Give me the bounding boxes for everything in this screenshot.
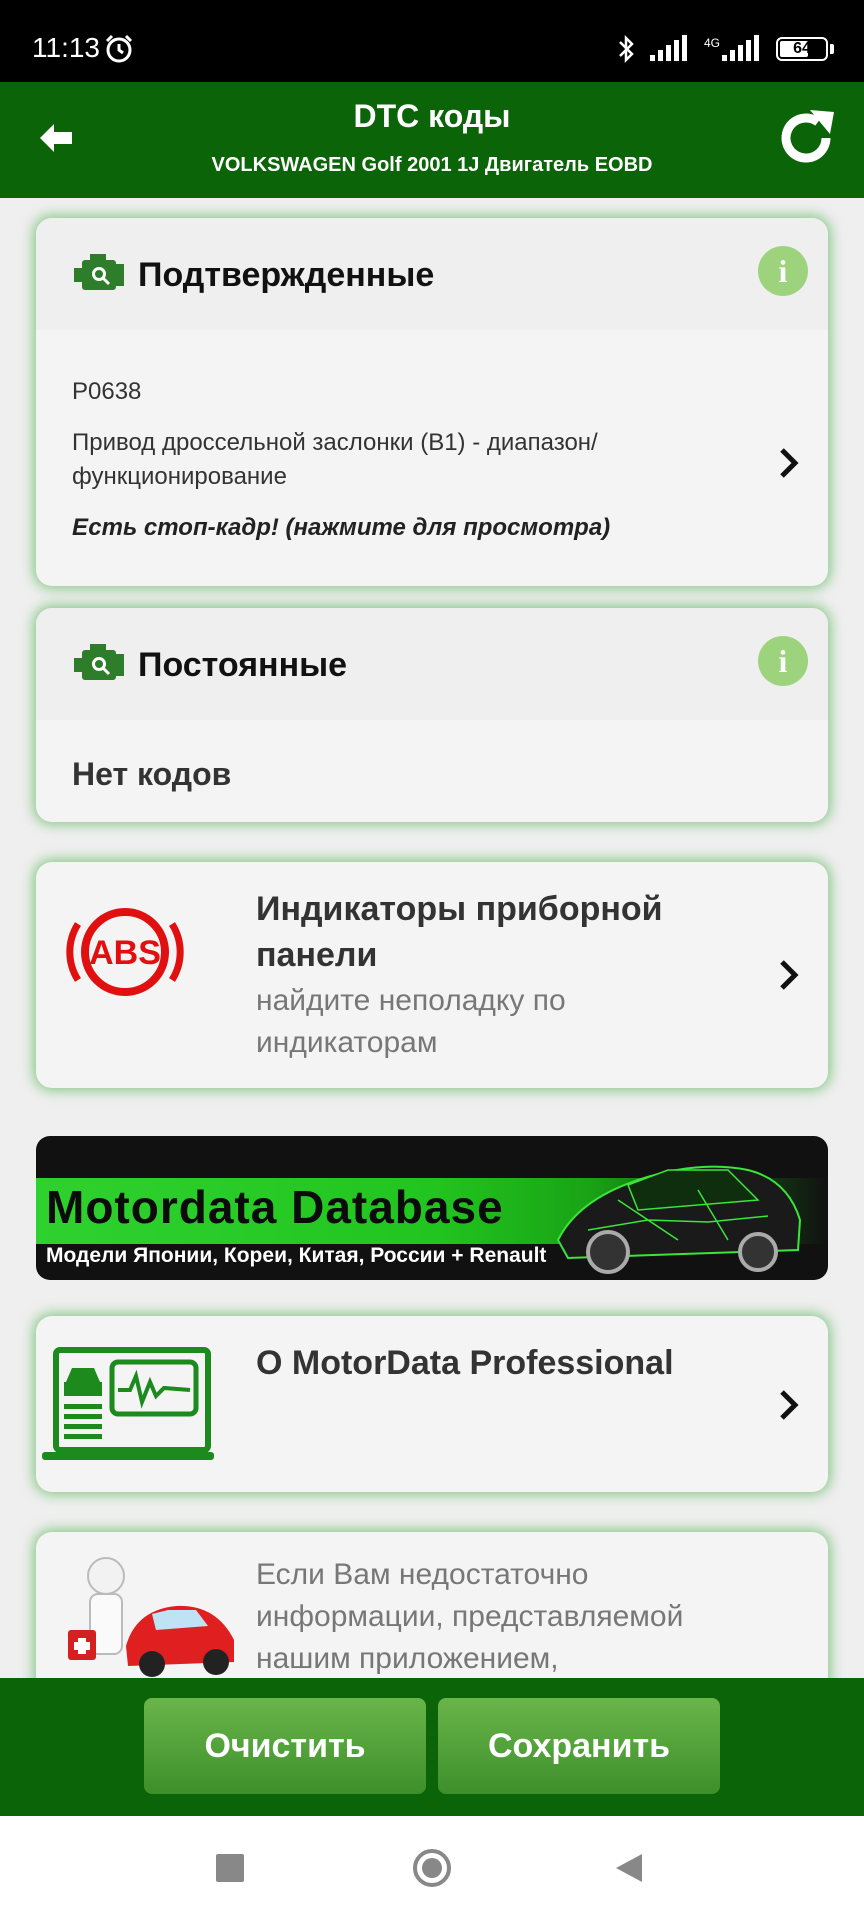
signal-icon-2 (722, 35, 759, 61)
battery-icon: 64 (776, 37, 828, 61)
info-icon[interactable]: i (758, 246, 808, 296)
back-nav-icon[interactable] (614, 1852, 644, 1884)
info-icon[interactable]: i (758, 636, 808, 686)
confirmed-codes-card: Подтвержденные i P0638 Привод дроссельно… (36, 218, 828, 586)
bottom-action-bar: Очистить Сохранить (0, 1678, 864, 1816)
about-card[interactable]: О MotorData Professional (36, 1316, 828, 1492)
chevron-right-icon[interactable] (778, 446, 800, 480)
abs-warning-icon: ABS (66, 908, 184, 996)
network-type: 4G (703, 36, 720, 50)
permanent-title: Постоянные (138, 646, 348, 684)
page-subtitle: VOLKSWAGEN Golf 2001 1J Двигатель EOBD (211, 154, 653, 176)
banner-title: Motordata Database (46, 1181, 504, 1233)
indicators-title: Индикаторы приборной панели (256, 890, 663, 974)
indicators-subtitle: найдите неполадку по индикаторам (256, 984, 566, 1059)
system-nav-bar (0, 1816, 864, 1920)
bluetooth-icon (619, 34, 634, 64)
doctor-car-image (68, 1557, 234, 1677)
dtc-code[interactable]: P0638 (72, 378, 141, 406)
permanent-codes-card: Постоянные i Нет кодов (36, 608, 828, 822)
engine-check-icon (74, 254, 124, 290)
dashboard-indicators-card[interactable]: ABS Индикаторы приборной панели найдите … (36, 862, 828, 1088)
status-bar: 11:13 4G 64 (0, 0, 864, 82)
battery-tip (830, 44, 834, 54)
chevron-right-icon[interactable] (778, 1388, 800, 1422)
engine-check-icon (74, 644, 124, 680)
chevron-right-icon[interactable] (778, 958, 800, 992)
motordata-database-banner[interactable]: Motordata Database Модели Японии, Кореи,… (36, 1136, 828, 1280)
no-codes-text: Нет кодов (72, 756, 232, 792)
home-icon[interactable] (412, 1848, 452, 1888)
help-text: Если Вам недостаточно информации, предст… (256, 1558, 684, 1675)
confirmed-header: Подтвержденные i (36, 218, 828, 330)
permanent-header: Постоянные i (36, 608, 828, 720)
battery-level: 64 (793, 40, 811, 57)
clear-button[interactable]: Очистить (144, 1698, 426, 1794)
freeze-frame-link[interactable]: Есть стоп-кадр! (нажмите для просмотра) (72, 514, 610, 542)
save-button[interactable]: Сохранить (438, 1698, 720, 1794)
app-bar: DTC коды VOLKSWAGEN Golf 2001 1J Двигате… (0, 82, 864, 198)
recent-apps-icon[interactable] (216, 1854, 244, 1882)
confirmed-title: Подтвержденные (138, 256, 435, 294)
status-time: 11:13 (32, 32, 100, 63)
signal-icon (649, 35, 687, 61)
diagnostic-laptop-icon (42, 1347, 214, 1460)
car-wireframe-image (556, 1165, 802, 1274)
refresh-icon[interactable] (774, 106, 838, 170)
banner-subtitle: Модели Японии, Кореи, Китая, России + Re… (46, 1244, 547, 1267)
about-title: О MotorData Professional (256, 1344, 674, 1382)
alarm-icon (105, 34, 133, 63)
page-title: DTC коды (353, 98, 511, 134)
dtc-description[interactable]: Привод дроссельной заслонки (B1) - диапа… (72, 426, 692, 494)
abs-icon-text: ABS (89, 934, 161, 972)
